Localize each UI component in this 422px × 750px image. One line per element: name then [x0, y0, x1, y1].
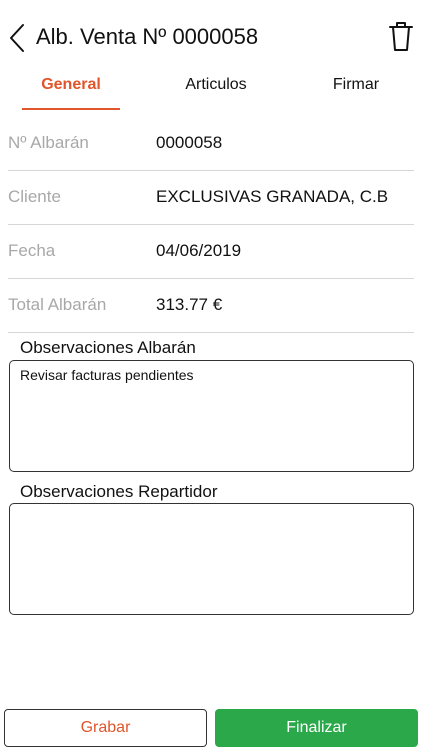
tab-articulos[interactable]: Articulos	[166, 70, 266, 110]
field-row-fecha: Fecha 04/06/2019	[8, 225, 414, 279]
tab-bar: General Articulos Firmar	[0, 70, 422, 110]
field-label: Total Albarán	[8, 295, 107, 314]
back-button[interactable]	[4, 18, 30, 58]
tab-firmar[interactable]: Firmar	[318, 70, 394, 110]
finalizar-button[interactable]: Finalizar	[215, 709, 418, 747]
observaciones-repartidor-input[interactable]	[9, 503, 414, 615]
field-label: Cliente	[8, 187, 61, 206]
delete-button[interactable]	[386, 16, 416, 56]
field-label: Nº Albarán	[8, 133, 89, 152]
field-value: 0000058	[156, 133, 223, 152]
observaciones-repartidor-label: Observaciones Repartidor	[20, 482, 218, 501]
field-value: 04/06/2019	[156, 241, 242, 260]
field-row-cliente: Cliente EXCLUSIVAS GRANADA, C.B	[8, 171, 414, 225]
field-value: 313.77 €	[156, 295, 223, 314]
field-row-numero: Nº Albarán 0000058	[8, 117, 414, 171]
albaran-fields: Nº Albarán 0000058 Cliente EXCLUSIVAS GR…	[0, 117, 422, 333]
observaciones-albaran-label: Observaciones Albarán	[20, 338, 196, 357]
field-label: Fecha	[8, 241, 56, 260]
field-row-total: Total Albarán 313.77 €	[8, 279, 414, 333]
page-title: Alb. Venta Nº 0000058	[36, 24, 259, 49]
grabar-button[interactable]: Grabar	[4, 709, 207, 747]
field-value: EXCLUSIVAS GRANADA, C.B	[156, 187, 389, 206]
observaciones-albaran-input[interactable]: Revisar facturas pendientes	[9, 360, 414, 472]
header: Alb. Venta Nº 0000058	[0, 0, 422, 70]
tab-general[interactable]: General	[22, 70, 120, 110]
chevron-left-icon	[10, 24, 24, 52]
trash-icon	[389, 22, 413, 51]
